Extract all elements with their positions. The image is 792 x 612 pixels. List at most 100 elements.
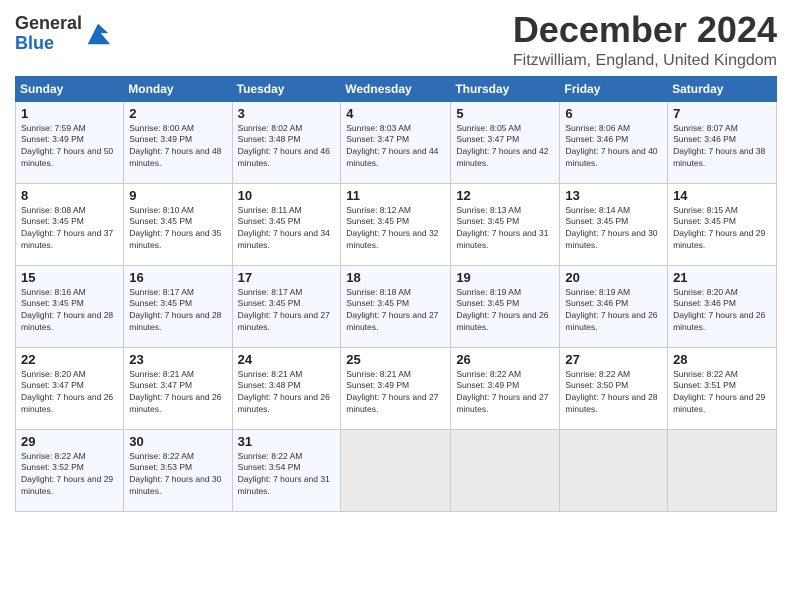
- day-detail: Sunrise: 8:11 AMSunset: 3:45 PMDaylight:…: [238, 205, 336, 253]
- day-number: 30: [129, 434, 226, 449]
- calendar-cell: 16 Sunrise: 8:17 AMSunset: 3:45 PMDaylig…: [124, 265, 232, 347]
- week-row-3: 15 Sunrise: 8:16 AMSunset: 3:45 PMDaylig…: [16, 265, 777, 347]
- day-number: 15: [21, 270, 118, 285]
- subtitle: Fitzwilliam, England, United Kingdom: [513, 52, 777, 70]
- calendar-cell: 8 Sunrise: 8:08 AMSunset: 3:45 PMDayligh…: [16, 183, 124, 265]
- calendar-cell: 31 Sunrise: 8:22 AMSunset: 3:54 PMDaylig…: [232, 429, 341, 511]
- calendar-cell: 29 Sunrise: 8:22 AMSunset: 3:52 PMDaylig…: [16, 429, 124, 511]
- col-sunday: Sunday: [16, 76, 124, 101]
- calendar-cell: 22 Sunrise: 8:20 AMSunset: 3:47 PMDaylig…: [16, 347, 124, 429]
- day-detail: Sunrise: 8:17 AMSunset: 3:45 PMDaylight:…: [129, 287, 226, 335]
- calendar-cell: 30 Sunrise: 8:22 AMSunset: 3:53 PMDaylig…: [124, 429, 232, 511]
- col-thursday: Thursday: [451, 76, 560, 101]
- calendar-cell: [341, 429, 451, 511]
- day-detail: Sunrise: 8:02 AMSunset: 3:48 PMDaylight:…: [238, 123, 336, 171]
- calendar-header: Sunday Monday Tuesday Wednesday Thursday…: [16, 76, 777, 101]
- day-detail: Sunrise: 8:19 AMSunset: 3:45 PMDaylight:…: [456, 287, 554, 335]
- day-number: 31: [238, 434, 336, 449]
- calendar-cell: 27 Sunrise: 8:22 AMSunset: 3:50 PMDaylig…: [560, 347, 668, 429]
- calendar-cell: 11 Sunrise: 8:12 AMSunset: 3:45 PMDaylig…: [341, 183, 451, 265]
- calendar-cell: 13 Sunrise: 8:14 AMSunset: 3:45 PMDaylig…: [560, 183, 668, 265]
- col-saturday: Saturday: [668, 76, 777, 101]
- day-detail: Sunrise: 8:08 AMSunset: 3:45 PMDaylight:…: [21, 205, 118, 253]
- day-detail: Sunrise: 8:15 AMSunset: 3:45 PMDaylight:…: [673, 205, 771, 253]
- day-detail: Sunrise: 8:12 AMSunset: 3:45 PMDaylight:…: [346, 205, 445, 253]
- day-detail: Sunrise: 8:05 AMSunset: 3:47 PMDaylight:…: [456, 123, 554, 171]
- day-number: 1: [21, 106, 118, 121]
- day-number: 16: [129, 270, 226, 285]
- calendar-cell: 24 Sunrise: 8:21 AMSunset: 3:48 PMDaylig…: [232, 347, 341, 429]
- day-detail: Sunrise: 8:20 AMSunset: 3:47 PMDaylight:…: [21, 369, 118, 417]
- calendar-cell: 4 Sunrise: 8:03 AMSunset: 3:47 PMDayligh…: [341, 101, 451, 183]
- col-friday: Friday: [560, 76, 668, 101]
- day-detail: Sunrise: 8:16 AMSunset: 3:45 PMDaylight:…: [21, 287, 118, 335]
- calendar-cell: 15 Sunrise: 8:16 AMSunset: 3:45 PMDaylig…: [16, 265, 124, 347]
- week-row-1: 1 Sunrise: 7:59 AMSunset: 3:49 PMDayligh…: [16, 101, 777, 183]
- day-detail: Sunrise: 8:03 AMSunset: 3:47 PMDaylight:…: [346, 123, 445, 171]
- title-block: December 2024 Fitzwilliam, England, Unit…: [513, 10, 777, 70]
- calendar-cell: [560, 429, 668, 511]
- calendar-cell: 20 Sunrise: 8:19 AMSunset: 3:46 PMDaylig…: [560, 265, 668, 347]
- day-number: 11: [346, 188, 445, 203]
- week-row-5: 29 Sunrise: 8:22 AMSunset: 3:52 PMDaylig…: [16, 429, 777, 511]
- page: General Blue December 2024 Fitzwilliam, …: [0, 0, 792, 612]
- calendar-cell: 9 Sunrise: 8:10 AMSunset: 3:45 PMDayligh…: [124, 183, 232, 265]
- calendar-body: 1 Sunrise: 7:59 AMSunset: 3:49 PMDayligh…: [16, 101, 777, 511]
- day-detail: Sunrise: 8:22 AMSunset: 3:54 PMDaylight:…: [238, 451, 336, 499]
- calendar-table: Sunday Monday Tuesday Wednesday Thursday…: [15, 76, 777, 512]
- calendar-cell: 14 Sunrise: 8:15 AMSunset: 3:45 PMDaylig…: [668, 183, 777, 265]
- day-detail: Sunrise: 8:21 AMSunset: 3:49 PMDaylight:…: [346, 369, 445, 417]
- day-detail: Sunrise: 7:59 AMSunset: 3:49 PMDaylight:…: [21, 123, 118, 171]
- day-number: 18: [346, 270, 445, 285]
- day-detail: Sunrise: 8:18 AMSunset: 3:45 PMDaylight:…: [346, 287, 445, 335]
- day-detail: Sunrise: 8:22 AMSunset: 3:50 PMDaylight:…: [565, 369, 662, 417]
- day-number: 7: [673, 106, 771, 121]
- day-number: 20: [565, 270, 662, 285]
- calendar-cell: 25 Sunrise: 8:21 AMSunset: 3:49 PMDaylig…: [341, 347, 451, 429]
- day-detail: Sunrise: 8:21 AMSunset: 3:47 PMDaylight:…: [129, 369, 226, 417]
- day-detail: Sunrise: 8:13 AMSunset: 3:45 PMDaylight:…: [456, 205, 554, 253]
- day-detail: Sunrise: 8:20 AMSunset: 3:46 PMDaylight:…: [673, 287, 771, 335]
- day-number: 23: [129, 352, 226, 367]
- day-number: 27: [565, 352, 662, 367]
- day-number: 10: [238, 188, 336, 203]
- day-detail: Sunrise: 8:21 AMSunset: 3:48 PMDaylight:…: [238, 369, 336, 417]
- week-row-2: 8 Sunrise: 8:08 AMSunset: 3:45 PMDayligh…: [16, 183, 777, 265]
- calendar-cell: 1 Sunrise: 7:59 AMSunset: 3:49 PMDayligh…: [16, 101, 124, 183]
- day-detail: Sunrise: 8:06 AMSunset: 3:46 PMDaylight:…: [565, 123, 662, 171]
- header: General Blue December 2024 Fitzwilliam, …: [15, 10, 777, 70]
- calendar-cell: 21 Sunrise: 8:20 AMSunset: 3:46 PMDaylig…: [668, 265, 777, 347]
- calendar-cell: 18 Sunrise: 8:18 AMSunset: 3:45 PMDaylig…: [341, 265, 451, 347]
- calendar-cell: 17 Sunrise: 8:17 AMSunset: 3:45 PMDaylig…: [232, 265, 341, 347]
- calendar-cell: 10 Sunrise: 8:11 AMSunset: 3:45 PMDaylig…: [232, 183, 341, 265]
- calendar-cell: 6 Sunrise: 8:06 AMSunset: 3:46 PMDayligh…: [560, 101, 668, 183]
- day-detail: Sunrise: 8:17 AMSunset: 3:45 PMDaylight:…: [238, 287, 336, 335]
- day-number: 3: [238, 106, 336, 121]
- day-number: 17: [238, 270, 336, 285]
- week-row-4: 22 Sunrise: 8:20 AMSunset: 3:47 PMDaylig…: [16, 347, 777, 429]
- calendar-cell: 28 Sunrise: 8:22 AMSunset: 3:51 PMDaylig…: [668, 347, 777, 429]
- month-title: December 2024: [513, 10, 777, 50]
- day-number: 9: [129, 188, 226, 203]
- day-detail: Sunrise: 8:22 AMSunset: 3:49 PMDaylight:…: [456, 369, 554, 417]
- calendar-cell: [451, 429, 560, 511]
- col-tuesday: Tuesday: [232, 76, 341, 101]
- day-detail: Sunrise: 8:22 AMSunset: 3:51 PMDaylight:…: [673, 369, 771, 417]
- day-number: 13: [565, 188, 662, 203]
- day-number: 4: [346, 106, 445, 121]
- calendar-cell: 12 Sunrise: 8:13 AMSunset: 3:45 PMDaylig…: [451, 183, 560, 265]
- logo: General Blue: [15, 14, 112, 54]
- calendar-cell: 3 Sunrise: 8:02 AMSunset: 3:48 PMDayligh…: [232, 101, 341, 183]
- day-detail: Sunrise: 8:00 AMSunset: 3:49 PMDaylight:…: [129, 123, 226, 171]
- day-number: 21: [673, 270, 771, 285]
- day-number: 6: [565, 106, 662, 121]
- calendar-cell: 7 Sunrise: 8:07 AMSunset: 3:46 PMDayligh…: [668, 101, 777, 183]
- calendar-cell: 2 Sunrise: 8:00 AMSunset: 3:49 PMDayligh…: [124, 101, 232, 183]
- day-number: 19: [456, 270, 554, 285]
- logo-general: General: [15, 13, 82, 33]
- day-number: 28: [673, 352, 771, 367]
- calendar-cell: [668, 429, 777, 511]
- day-number: 24: [238, 352, 336, 367]
- day-detail: Sunrise: 8:22 AMSunset: 3:53 PMDaylight:…: [129, 451, 226, 499]
- day-number: 22: [21, 352, 118, 367]
